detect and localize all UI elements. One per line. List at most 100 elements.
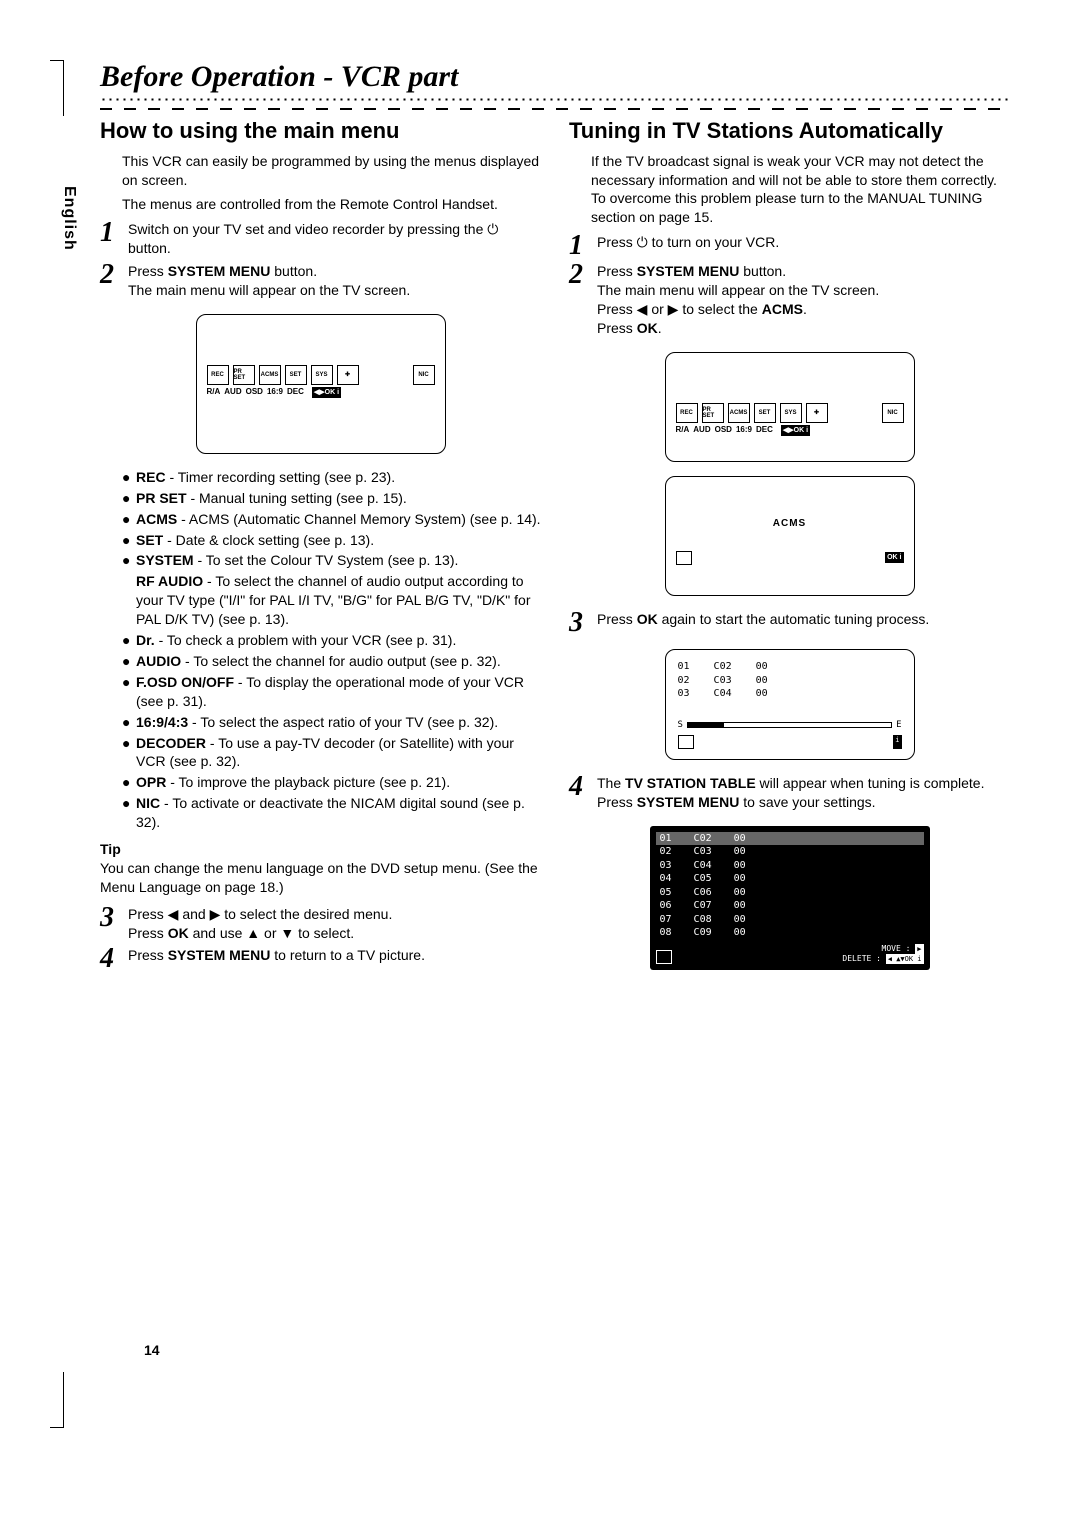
station-table-row: 07C0800 — [656, 913, 924, 927]
step-body: Press SYSTEM MENU to return to a TV pict… — [128, 946, 541, 971]
osd-icon: AUD — [224, 387, 241, 398]
osd-icon: DEC — [287, 387, 304, 398]
step-body: Press ⏻ to turn on your VCR. — [597, 233, 1010, 258]
osd-icon-row: REC PR SET ACMS SET SYS ✚ NIC — [676, 403, 904, 423]
prset-mini-icon — [656, 950, 672, 964]
nav-arrows-icon: ◀ ▲▼OK i — [886, 954, 924, 964]
osd-icon-row-2: R/A AUD OSD 16:9 DEC ◀▶OK i — [207, 387, 435, 398]
osd-icon: SET — [754, 403, 776, 423]
step-number: 1 — [100, 220, 122, 258]
menu-def-row: ●SET - Date & clock setting (see p. 13). — [122, 531, 541, 550]
osd-icon: ACMS — [728, 403, 750, 423]
osd-icon: 16:9 — [736, 425, 752, 436]
intro-text: If the TV broadcast signal is weak your … — [591, 152, 1010, 228]
step-3: 3 Press OK again to start the automatic … — [569, 610, 1010, 635]
bullet-icon: ● — [122, 794, 136, 832]
station-table-row: 01C0200 — [656, 832, 924, 846]
play-icon: ▶ — [915, 944, 923, 954]
bullet-icon — [122, 572, 136, 629]
menu-def-row: ●NIC - To activate or deactivate the NIC… — [122, 794, 541, 832]
osd-main-menu-figure-2: REC PR SET ACMS SET SYS ✚ NIC R/A AUD OS… — [665, 352, 915, 462]
station-table-row: 05C0600 — [656, 886, 924, 900]
osd-tuning-progress-figure: 01C020002C030003C0400 S E i — [665, 649, 915, 760]
tuning-row: 02C0300 — [678, 674, 902, 688]
text: The main menu will appear on the TV scre… — [128, 282, 410, 298]
bullet-icon: ● — [122, 510, 136, 529]
osd-main-menu-figure: REC PR SET ACMS SET SYS ✚ NIC R/A AUD OS… — [196, 314, 446, 454]
menu-def-body: NIC - To activate or deactivate the NICA… — [136, 794, 541, 832]
osd-icon: NIC — [882, 403, 904, 423]
menu-def-row: ●Dr. - To check a problem with your VCR … — [122, 631, 541, 650]
menu-definitions-list: ●REC - Timer recording setting (see p. 2… — [122, 468, 541, 832]
section-heading-tuning: Tuning in TV Stations Automatically — [569, 116, 1010, 146]
menu-def-row: RF AUDIO - To select the channel of audi… — [122, 572, 541, 629]
nav-arrows-icon: ◀▶OK i — [312, 387, 341, 398]
menu-def-row: ●PR SET - Manual tuning setting (see p. … — [122, 489, 541, 508]
osd-icon: REC — [676, 403, 698, 423]
step-number: 4 — [100, 946, 122, 971]
acms-mini-icon — [678, 735, 694, 749]
menu-def-body: PR SET - Manual tuning setting (see p. 1… — [136, 489, 541, 508]
station-table-row: 02C0300 — [656, 845, 924, 859]
page-number: 14 — [144, 1342, 160, 1358]
bullet-icon: ● — [122, 489, 136, 508]
osd-icon: 16:9 — [267, 387, 283, 398]
menu-def-row: ●16:9/4:3 - To select the aspect ratio o… — [122, 713, 541, 732]
menu-def-row: ●REC - Timer recording setting (see p. 2… — [122, 468, 541, 487]
bullet-icon: ● — [122, 631, 136, 650]
bullet-icon: ● — [122, 652, 136, 671]
osd-icon: SYS — [311, 365, 333, 385]
step-body: Press SYSTEM MENU button. The main menu … — [597, 262, 1010, 338]
menu-def-row: ●F.OSD ON/OFF - To display the operation… — [122, 673, 541, 711]
term: SYSTEM MENU — [168, 263, 271, 279]
text: Press — [128, 263, 168, 279]
divider-dotted — [100, 96, 1010, 102]
bullet-icon: ● — [122, 773, 136, 792]
step-number: 1 — [569, 233, 591, 258]
move-label: MOVE : — [882, 944, 911, 953]
step-4: 4 The TV STATION TABLE will appear when … — [569, 774, 1010, 812]
step-body: The TV STATION TABLE will appear when tu… — [597, 774, 1010, 812]
menu-def-body: OPR - To improve the playback picture (s… — [136, 773, 541, 792]
menu-def-body: DECODER - To use a pay-TV decoder (or Sa… — [136, 734, 541, 772]
station-table-row: 04C0500 — [656, 872, 924, 886]
menu-def-body: F.OSD ON/OFF - To display the operationa… — [136, 673, 541, 711]
menu-def-body: SET - Date & clock setting (see p. 13). — [136, 531, 541, 550]
bullet-icon: ● — [122, 713, 136, 732]
step-body: Press SYSTEM MENU button. The main menu … — [128, 262, 541, 300]
progress-bar — [687, 722, 892, 728]
osd-icon: OSD — [715, 425, 732, 436]
osd-icon: ACMS — [259, 365, 281, 385]
step-3: 3 Press ◀ and ▶ to select the desired me… — [100, 905, 541, 943]
station-table-row: 03C0400 — [656, 859, 924, 873]
menu-def-body: AUDIO - To select the channel for audio … — [136, 652, 541, 671]
osd-icon: OSD — [246, 387, 263, 398]
osd-icon: REC — [207, 365, 229, 385]
divider-dashed — [100, 108, 1010, 110]
menu-def-body: SYSTEM - To set the Colour TV System (se… — [136, 551, 541, 570]
osd-icon: PR SET — [702, 403, 724, 423]
chapter-title: Before Operation - VCR part — [100, 60, 1010, 94]
step-4: 4 Press SYSTEM MENU to return to a TV pi… — [100, 946, 541, 971]
nav-arrows-icon: ◀▶OK i — [781, 425, 810, 436]
tip-body: You can change the menu language on the … — [100, 859, 541, 897]
osd-icon: SYS — [780, 403, 802, 423]
osd-icon: NIC — [413, 365, 435, 385]
step-2: 2 Press SYSTEM MENU button. The main men… — [569, 262, 1010, 338]
text: The main menu will appear on the TV scre… — [597, 282, 879, 298]
step-number: 3 — [100, 905, 122, 943]
s-label: S — [678, 719, 683, 731]
step-1: 1 Switch on your TV set and video record… — [100, 220, 541, 258]
menu-def-body: 16:9/4:3 - To select the aspect ratio of… — [136, 713, 541, 732]
menu-def-row: ●SYSTEM - To set the Colour TV System (s… — [122, 551, 541, 570]
acms-label: ACMS — [676, 517, 904, 531]
menu-def-row: ●ACMS - ACMS (Automatic Channel Memory S… — [122, 510, 541, 529]
bullet-icon: ● — [122, 551, 136, 570]
menu-def-row: ●AUDIO - To select the channel for audio… — [122, 652, 541, 671]
step-number: 2 — [100, 262, 122, 300]
acms-mini-icon — [676, 551, 692, 565]
crop-mark-top-left — [50, 60, 64, 116]
e-label: E — [896, 719, 901, 731]
step-number: 2 — [569, 262, 591, 338]
nav-ok-icon: OK i — [885, 552, 903, 563]
